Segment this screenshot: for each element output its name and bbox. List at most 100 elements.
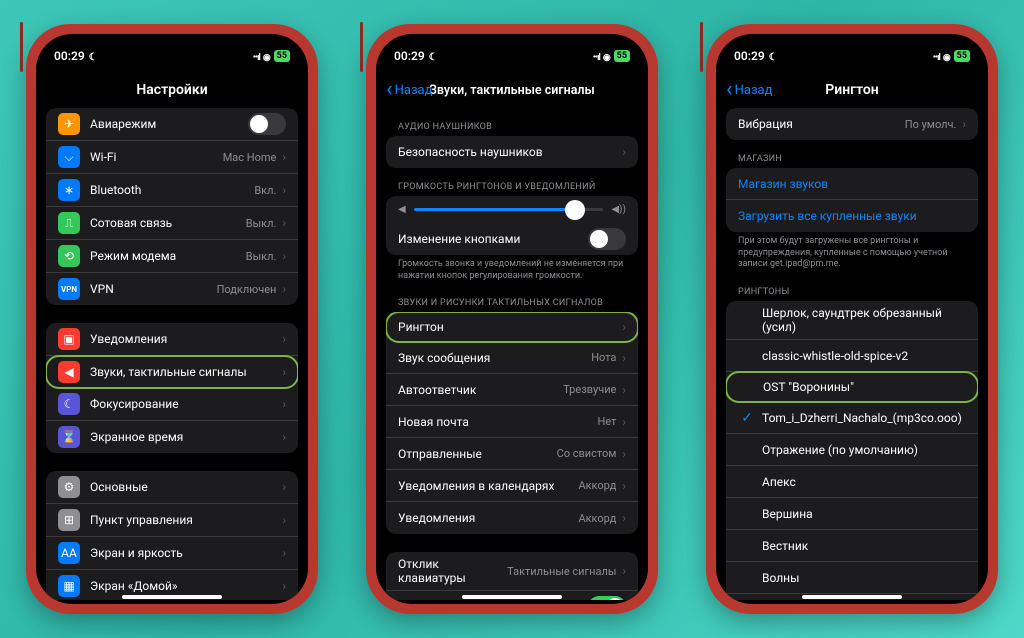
chevron-icon (622, 320, 626, 334)
chevron-icon (282, 546, 286, 560)
section-header: РИНГТОНЫ (726, 273, 978, 301)
dnd-icon (769, 49, 778, 63)
row-value: Нота (591, 351, 616, 364)
row-bluetooth[interactable]: ∗BluetoothВкл. (46, 174, 298, 207)
tone-reflection[interactable]: Отражение (по умолчанию) (726, 434, 978, 466)
row-wifi[interactable]: ⌵Wi-FiMac Home (46, 141, 298, 174)
row-text-tone[interactable]: Звук сообщенияНота (386, 342, 638, 374)
wifi-icon (263, 49, 271, 63)
hotspot-icon: ⟲ (58, 245, 80, 267)
row-vibration[interactable]: ВибрацияПо умолч. (726, 108, 978, 140)
chevron-icon (282, 150, 286, 164)
home-indicator[interactable] (802, 595, 902, 599)
row-calendar[interactable]: Уведомления в календаряхАккорд (386, 470, 638, 502)
row-focus[interactable]: ☾ Фокусирование (46, 388, 298, 421)
toggle[interactable] (248, 113, 286, 135)
phone-settings: 00:29 55 Настройки ✈︎Авиарежим⌵Wi-FiMac … (26, 24, 318, 614)
row-label: Bluetooth (90, 183, 254, 197)
chevron-icon (282, 282, 286, 296)
row-voicemail[interactable]: АвтоответчикТрезвучие (386, 374, 638, 406)
chevron-icon (282, 332, 286, 346)
row-download-purchased[interactable]: Загрузить все купленные звуки (726, 200, 978, 232)
row-label: Сотовая связь (90, 216, 246, 230)
row-sent-mail[interactable]: ОтправленныеСо свистом (386, 438, 638, 470)
tone-label: Волны (762, 571, 966, 585)
tone-label: Tom_i_Dzherri_Nachalo_(mp3co.ooo) (762, 411, 966, 425)
row-hotspot[interactable]: ⟲ Режим модемаВыкл. (46, 240, 298, 273)
row-label: Автоответчик (398, 383, 563, 397)
toggle[interactable] (588, 228, 626, 250)
row-label: Режим модема (90, 249, 246, 263)
row-value: Со свистом (557, 447, 617, 460)
row-sounds[interactable]: ◀︎Звуки, тактильные сигналы (46, 355, 298, 389)
tone-label: Апекс (762, 475, 966, 489)
check-icon: ✓ (738, 410, 756, 426)
row-label: Фокусирование (90, 397, 276, 411)
tone-label: Вестник (762, 539, 966, 553)
tone-whistle[interactable]: classic-whistle-old-spice-v2 (726, 340, 978, 372)
back-button[interactable]: Назад (726, 83, 772, 98)
row-tone-store[interactable]: Магазин звуков (726, 168, 978, 200)
tone-sherlock[interactable]: Шерлок, саундтрек обрезанный (усил) (726, 301, 978, 340)
tone-volny[interactable]: Волны (726, 562, 978, 594)
toggle[interactable] (588, 596, 626, 600)
volume-slider[interactable] (414, 208, 604, 211)
section-header: АУДИО НАУШНИКОВ (386, 108, 638, 136)
row-label: Отправленные (398, 447, 557, 461)
chevron-icon (282, 365, 286, 379)
row-new-mail[interactable]: Новая почтаНет (386, 406, 638, 438)
section-header: ГРОМКОСТЬ РИНГТОНОВ И УВЕДОМЛЕНИЙ (386, 168, 638, 196)
status-time: 00:29 (394, 49, 425, 63)
row-headphone-safety[interactable]: Безопасность наушников (386, 136, 638, 168)
wifi-icon: ⌵ (58, 146, 80, 168)
row-value: Выкл. (246, 250, 277, 263)
home-screen-icon: ▦ (58, 575, 80, 597)
row-notifications[interactable]: ▣Уведомления (46, 323, 298, 356)
cellular-icon: ⎍ (58, 212, 80, 234)
section-footer: При этом будут загружены все рингтоны и … (726, 232, 978, 273)
tone-label: classic-whistle-old-spice-v2 (762, 349, 966, 363)
tone-tom[interactable]: ✓ Tom_i_Dzherri_Nachalo_(mp3co.ooo) (726, 402, 978, 434)
row-reminders[interactable]: УведомленияАккорд (386, 502, 638, 534)
control-center-icon: ⊞ (58, 509, 80, 531)
row-control-center[interactable]: ⊞ Пункт управления (46, 504, 298, 537)
wifi-icon (943, 49, 951, 63)
section-header: МАГАЗИН (726, 140, 978, 168)
row-keyboard-feedback[interactable]: Отклик клавиатурыТактильные сигналы (386, 552, 638, 591)
focus-icon: ☾ (58, 393, 80, 415)
row-ringtone[interactable]: Рингтон (386, 312, 638, 343)
row-value: Трезвучие (563, 383, 616, 396)
tone-voroniny[interactable]: OST "Воронины" (726, 371, 978, 403)
airplane-icon: ✈︎ (58, 113, 80, 135)
battery-icon: 55 (954, 50, 970, 62)
row-vpn[interactable]: VPNVPNПодключен (46, 273, 298, 305)
home-indicator[interactable] (122, 595, 222, 599)
back-button[interactable]: Назад (386, 83, 432, 98)
row-label: Основные (90, 480, 276, 494)
tone-apex[interactable]: Апекс (726, 466, 978, 498)
battery-icon: 55 (274, 50, 290, 62)
row-label: Пункт управления (90, 513, 276, 527)
signal-icon (933, 49, 940, 63)
row-value: Аккорд (578, 479, 616, 492)
chevron-icon (282, 216, 286, 230)
row-screentime[interactable]: ⌛Экранное время (46, 421, 298, 453)
general-icon: ⚙ (58, 476, 80, 498)
row-label: VPN (90, 282, 217, 296)
chevron-icon (282, 183, 286, 197)
volume-high-icon: ◀︎)) (611, 204, 626, 215)
row-change-with-buttons[interactable]: Изменение кнопками (386, 223, 638, 255)
battery-icon: 55 (614, 50, 630, 62)
chevron-icon (622, 145, 626, 159)
tone-vestnik[interactable]: Вестник (726, 530, 978, 562)
home-indicator[interactable] (462, 595, 562, 599)
row-airplane[interactable]: ✈︎Авиарежим (46, 108, 298, 141)
row-general[interactable]: ⚙ Основные (46, 471, 298, 504)
tone-vershina[interactable]: Вершина (726, 498, 978, 530)
row-display[interactable]: AAЭкран и яркость (46, 537, 298, 570)
row-label: Уведомления (398, 511, 578, 525)
chevron-icon (622, 511, 626, 525)
chevron-icon (282, 397, 286, 411)
row-label: Звук сообщения (398, 351, 591, 365)
row-cellular[interactable]: ⎍Сотовая связьВыкл. (46, 207, 298, 240)
